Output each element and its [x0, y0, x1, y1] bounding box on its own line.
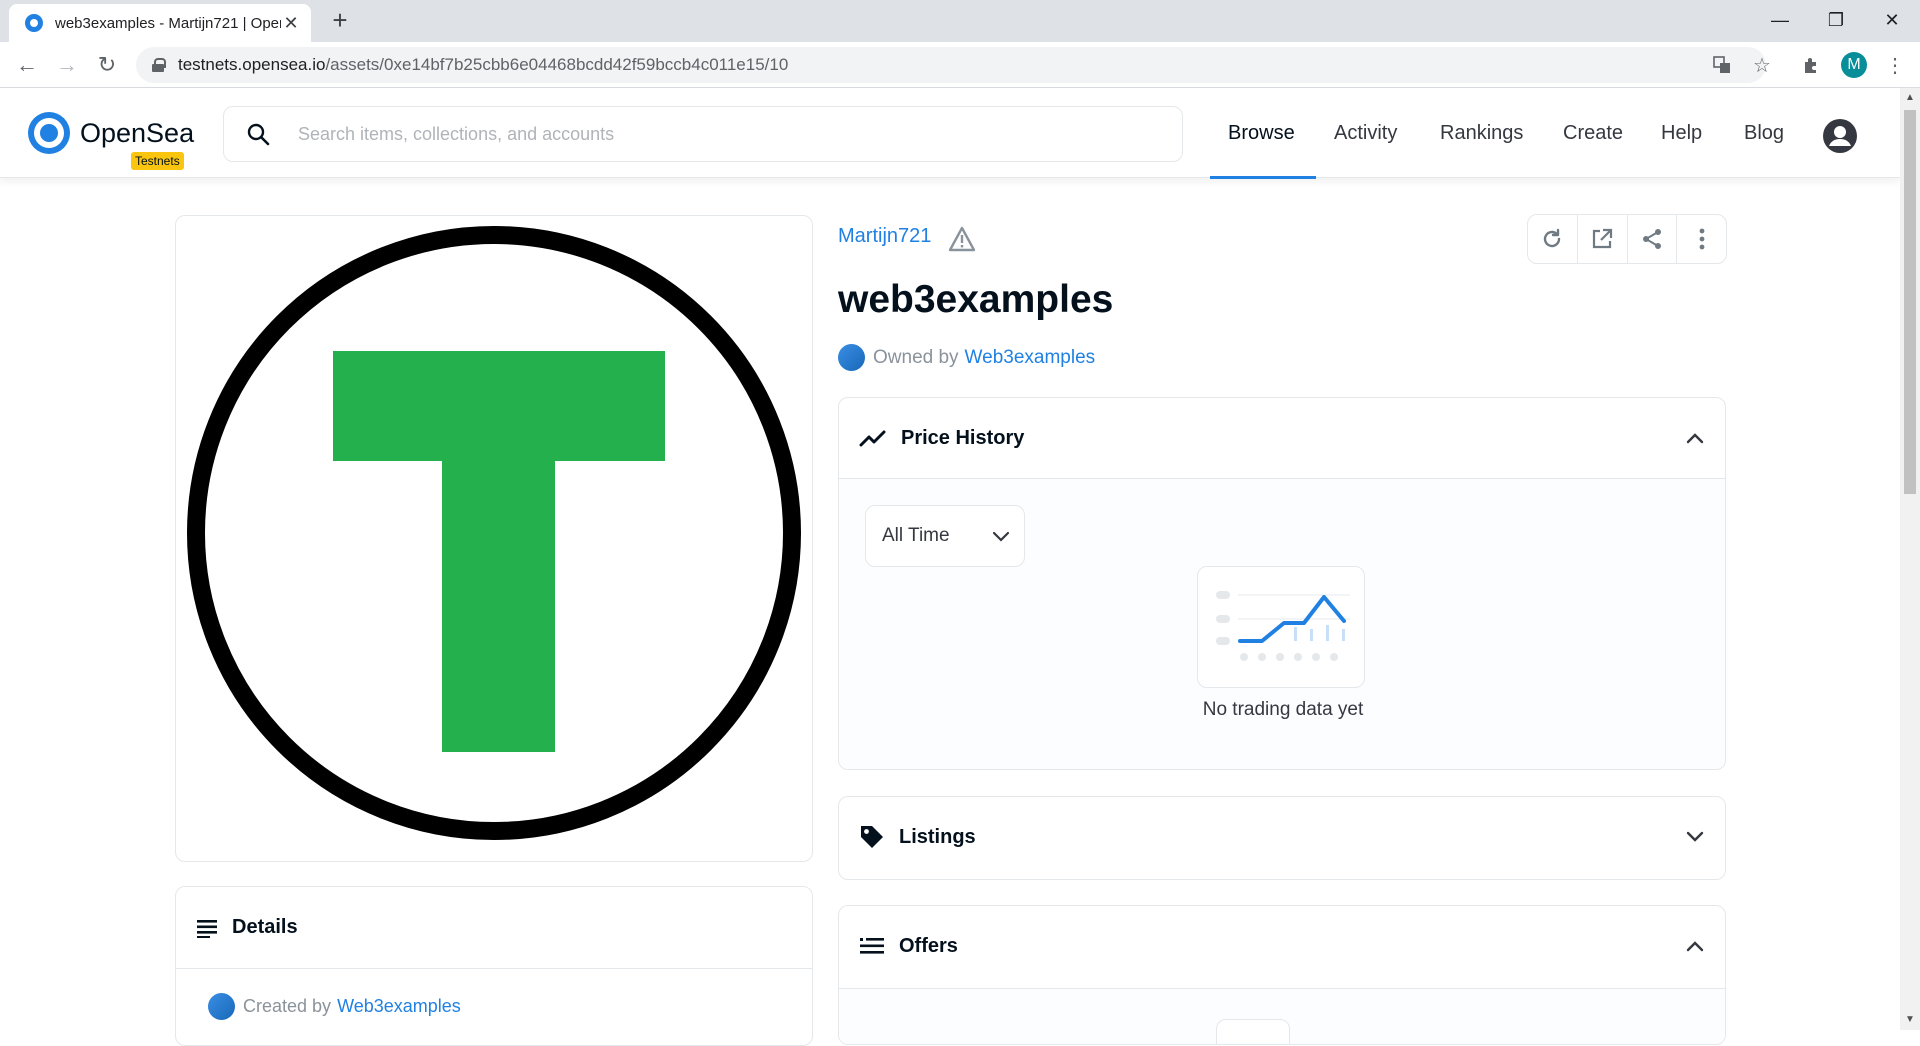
site-header: OpenSea Testnets Browse Activity Ranking…: [0, 88, 1900, 178]
nav-browse[interactable]: Browse: [1228, 122, 1295, 145]
details-title: Details: [232, 916, 298, 938]
owned-by-label: Owned by: [873, 346, 959, 368]
address-bar[interactable]: testnets.opensea.io/assets/0xe14bf7b25cb…: [136, 47, 1766, 83]
offers-panel: Offers: [838, 905, 1726, 1045]
listings-panel[interactable]: Listings: [838, 796, 1726, 880]
url-path: /assets/0xe14bf7b25cbb6e04468bcdd42f59bc…: [325, 55, 789, 74]
price-tag-icon: [861, 826, 883, 848]
no-trading-data-text: No trading data yet: [1202, 699, 1364, 720]
translate-icon[interactable]: [1709, 52, 1735, 78]
details-header[interactable]: Details: [176, 887, 812, 969]
nav-help[interactable]: Help: [1661, 122, 1702, 145]
creator-avatar[interactable]: [208, 993, 235, 1020]
nav-activity[interactable]: Activity: [1334, 122, 1397, 145]
more-options-button[interactable]: [1677, 215, 1726, 263]
tab-title: web3examples - Martijn721 | OpenSea: [55, 14, 281, 32]
share-button[interactable]: [1628, 215, 1678, 263]
nav-blog[interactable]: Blog: [1744, 122, 1784, 145]
asset-image-card[interactable]: [175, 215, 813, 862]
refresh-icon: [1544, 228, 1561, 248]
nav-rankings[interactable]: Rankings: [1440, 122, 1523, 145]
search-input[interactable]: [298, 123, 1178, 145]
bookmark-star-icon[interactable]: ☆: [1749, 52, 1775, 78]
scroll-up-arrow-icon[interactable]: ▲: [1904, 92, 1916, 104]
search-icon: [247, 123, 270, 146]
browser-tab[interactable]: web3examples - Martijn721 | OpenSea ✕: [9, 4, 311, 42]
time-filter-select[interactable]: All Time: [865, 505, 1025, 567]
warning-icon[interactable]: [948, 226, 976, 252]
share-icon: [1642, 229, 1661, 249]
reload-button[interactable]: ↻: [92, 50, 122, 80]
lock-icon: [152, 58, 166, 72]
created-by-label: Created by: [243, 996, 332, 1016]
account-icon[interactable]: [1822, 118, 1858, 154]
time-filter-value: All Time: [882, 525, 950, 546]
extensions-icon[interactable]: [1798, 52, 1824, 78]
opensea-logo-icon[interactable]: [28, 112, 70, 154]
created-by-row: Created by Web3examples: [176, 969, 812, 1020]
refresh-button[interactable]: [1528, 215, 1578, 263]
close-window-button[interactable]: ✕: [1864, 0, 1920, 40]
chevron-up-icon[interactable]: [1685, 940, 1705, 952]
url-host: testnets.opensea.io: [178, 55, 326, 74]
price-history-body: All Time No trading data yet: [839, 478, 1725, 769]
empty-offers-illustration: [1216, 1019, 1290, 1044]
owner-link[interactable]: Web3examples: [965, 347, 1096, 369]
back-button[interactable]: ←: [12, 50, 42, 80]
asset-image: [187, 226, 801, 840]
creator-link[interactable]: Web3examples: [337, 996, 461, 1017]
trending-line-icon: [859, 430, 886, 447]
offers-body: [839, 988, 1725, 1044]
owned-by-row: Owned by Web3examples: [838, 344, 1095, 371]
chevron-down-icon[interactable]: [1685, 831, 1705, 843]
scroll-thumb[interactable]: [1904, 110, 1916, 494]
details-panel: Details Created by Web3examples: [175, 886, 813, 1046]
external-link-icon: [1593, 228, 1613, 249]
offers-title: Offers: [899, 934, 958, 957]
search-bar[interactable]: [223, 106, 1183, 162]
list-lines-icon: [197, 919, 217, 938]
offers-list-icon: [860, 938, 884, 954]
nav-create[interactable]: Create: [1563, 122, 1623, 145]
listings-title: Listings: [899, 825, 976, 848]
browser-profile-avatar[interactable]: M: [1841, 52, 1867, 78]
opensea-favicon-icon: [25, 14, 43, 32]
item-name: web3examples: [838, 278, 1114, 321]
page-scrollbar[interactable]: ▲ ▼: [1900, 88, 1920, 1030]
forward-button[interactable]: →: [52, 50, 82, 80]
active-nav-indicator: [1210, 176, 1316, 179]
browser-tab-strip: web3examples - Martijn721 | OpenSea ✕ + …: [0, 0, 1920, 42]
item-actions: [1527, 214, 1727, 264]
price-history-title: Price History: [901, 426, 1025, 449]
tab-close-icon[interactable]: ✕: [281, 13, 301, 34]
new-tab-button[interactable]: +: [326, 6, 354, 34]
chevron-up-icon[interactable]: [1685, 432, 1705, 444]
listings-header[interactable]: Listings: [839, 797, 1725, 877]
brand-name[interactable]: OpenSea: [80, 118, 194, 149]
chevron-down-icon: [992, 531, 1010, 542]
owner-avatar[interactable]: [838, 344, 865, 371]
offers-header[interactable]: Offers: [839, 906, 1725, 986]
testnets-badge: Testnets: [131, 152, 184, 170]
scroll-down-arrow-icon[interactable]: ▼: [1904, 1014, 1916, 1026]
more-vertical-icon: [1699, 228, 1705, 250]
minimize-button[interactable]: —: [1752, 0, 1808, 40]
browser-menu-icon[interactable]: ⋮: [1882, 52, 1908, 78]
empty-chart-illustration: [1197, 566, 1365, 688]
browser-toolbar: ← → ↻ testnets.opensea.io/assets/0xe14bf…: [0, 42, 1920, 88]
restore-button[interactable]: ❐: [1808, 0, 1864, 40]
open-external-button[interactable]: [1578, 215, 1628, 263]
collection-link[interactable]: Martijn721: [838, 225, 931, 248]
price-history-panel: Price History All Time No trading data y…: [838, 397, 1726, 770]
price-history-header[interactable]: Price History: [839, 398, 1725, 478]
